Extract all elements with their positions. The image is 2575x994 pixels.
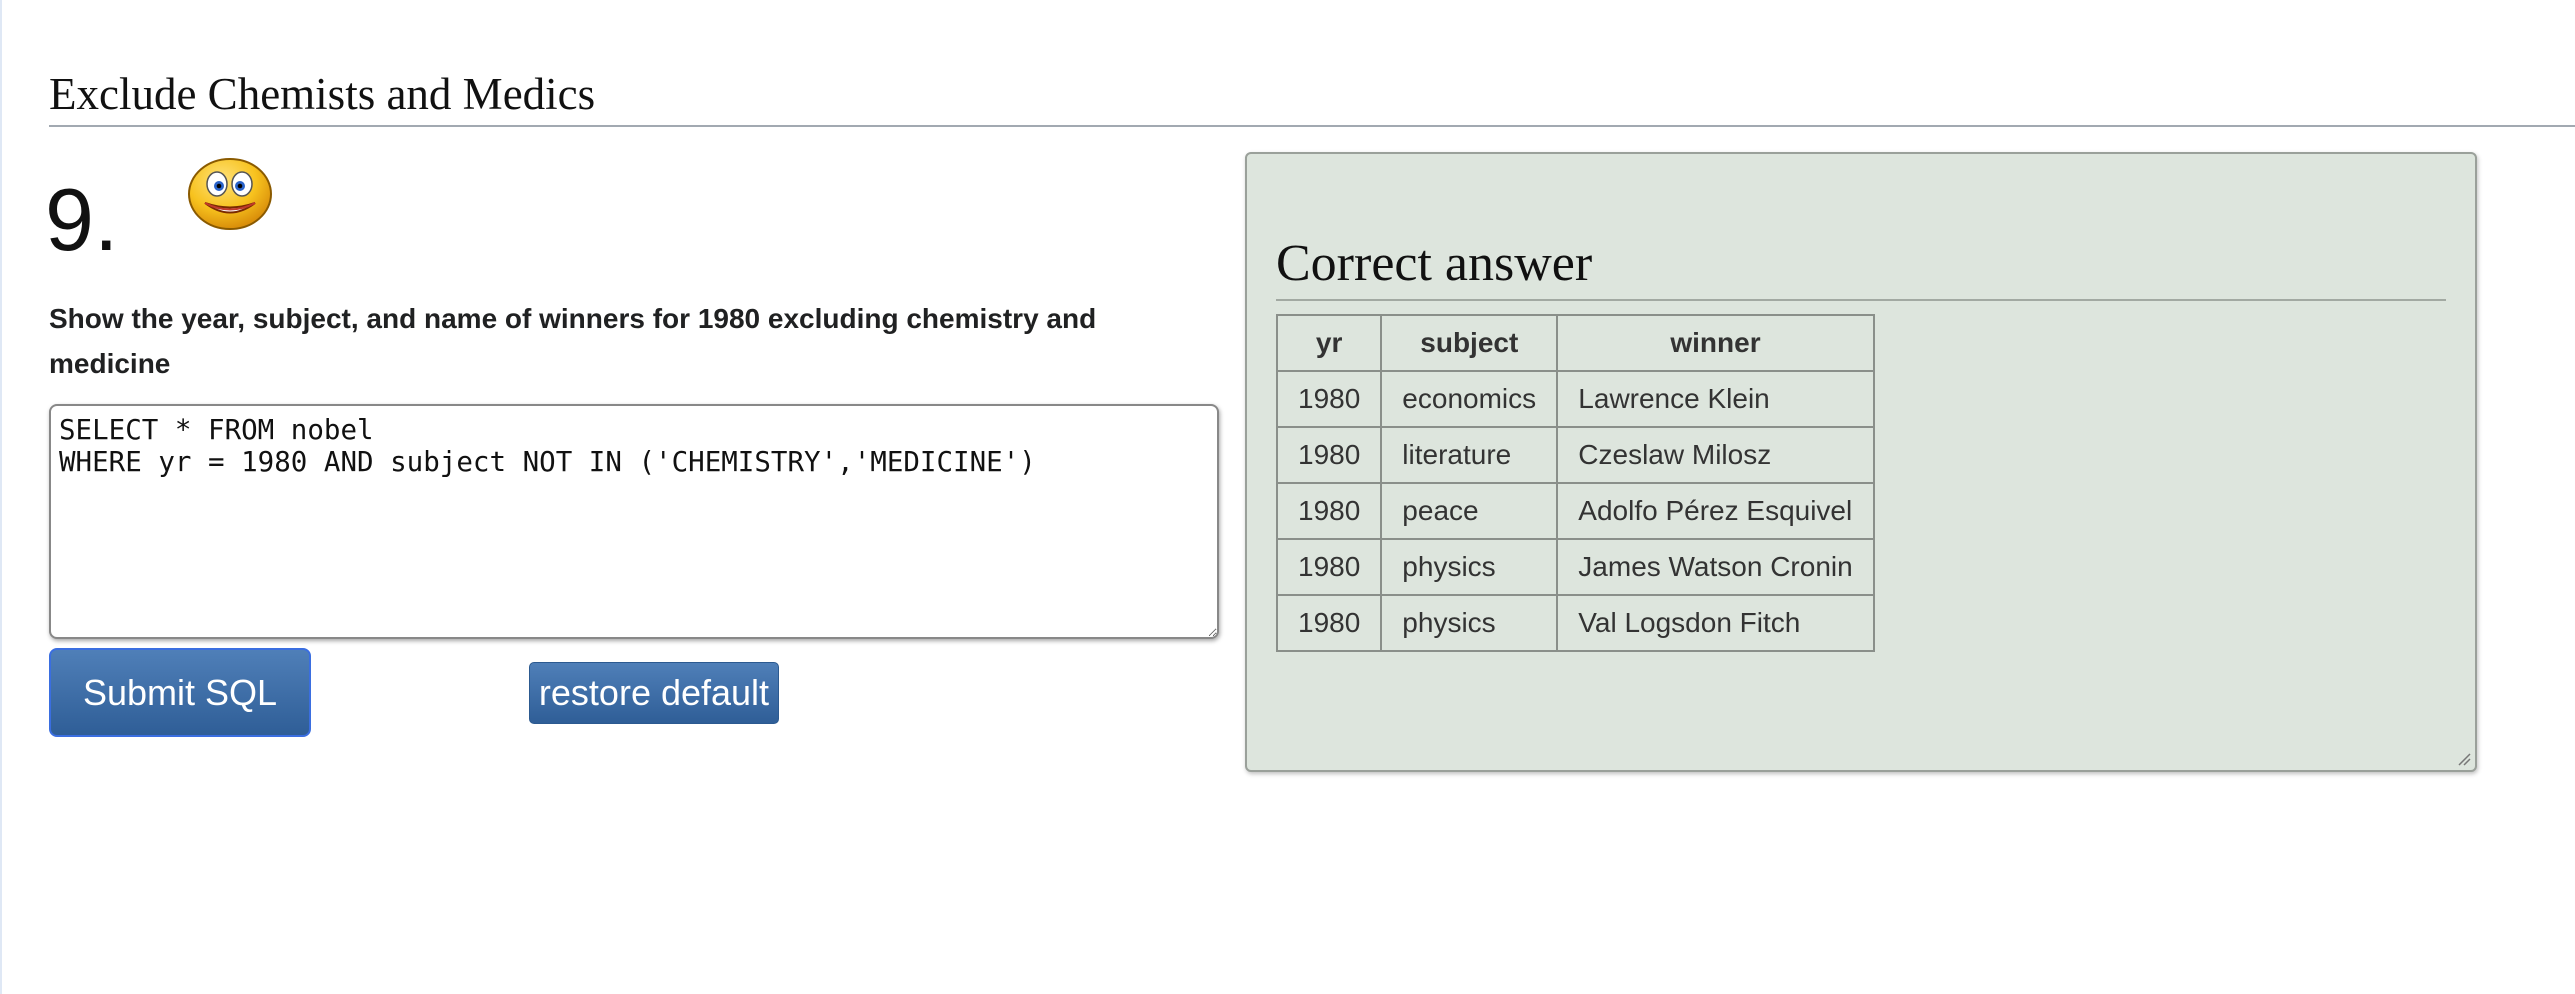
cell-subject: physics	[1380, 594, 1559, 652]
section-title-divider	[49, 125, 2575, 127]
sql-editor[interactable]	[49, 404, 1219, 639]
cell-winner: James Watson Cronin	[1556, 538, 1875, 596]
table-row: 1980 physics James Watson Cronin	[1275, 538, 1875, 596]
question-text: Show the year, subject, and name of winn…	[49, 303, 1097, 379]
column-header-yr: yr	[1275, 314, 1383, 372]
table-row: 1980 peace Adolfo Pérez Esquivel	[1275, 482, 1875, 540]
cell-subject: economics	[1380, 370, 1559, 428]
restore-default-button[interactable]: restore default	[529, 662, 779, 724]
cell-yr: 1980	[1275, 370, 1383, 428]
submit-sql-button[interactable]: Submit SQL	[49, 648, 311, 737]
table-row: 1980 economics Lawrence Klein	[1275, 370, 1875, 428]
cell-subject: literature	[1380, 426, 1559, 484]
column-header-winner: winner	[1556, 314, 1875, 372]
cell-winner: Czeslaw Milosz	[1556, 426, 1875, 484]
cell-yr: 1980	[1275, 538, 1383, 596]
result-table: yr subject winner 1980 economics Lawrenc…	[1275, 314, 1875, 652]
question-number: 9.	[45, 170, 119, 269]
cell-subject: peace	[1380, 482, 1559, 540]
column-header-subject: subject	[1380, 314, 1559, 372]
section-title: Exclude Chemists and Medics	[49, 69, 596, 119]
page-left-border	[0, 0, 2, 994]
answer-title-divider	[1276, 299, 2446, 301]
cell-winner: Lawrence Klein	[1556, 370, 1875, 428]
cell-yr: 1980	[1275, 426, 1383, 484]
table-header-row: yr subject winner	[1275, 314, 1875, 372]
table-row: 1980 physics Val Logsdon Fitch	[1275, 594, 1875, 652]
cell-yr: 1980	[1275, 594, 1383, 652]
resize-handle-icon[interactable]	[2457, 752, 2471, 766]
grinning-smiley-icon	[188, 158, 272, 230]
correct-answer-panel: Correct answer yr subject winner 1980 ec…	[1245, 152, 2477, 772]
cell-winner: Val Logsdon Fitch	[1556, 594, 1875, 652]
cell-winner: Adolfo Pérez Esquivel	[1556, 482, 1875, 540]
table-row: 1980 literature Czeslaw Milosz	[1275, 426, 1875, 484]
cell-subject: physics	[1380, 538, 1559, 596]
answer-title: Correct answer	[1276, 235, 1593, 292]
cell-yr: 1980	[1275, 482, 1383, 540]
